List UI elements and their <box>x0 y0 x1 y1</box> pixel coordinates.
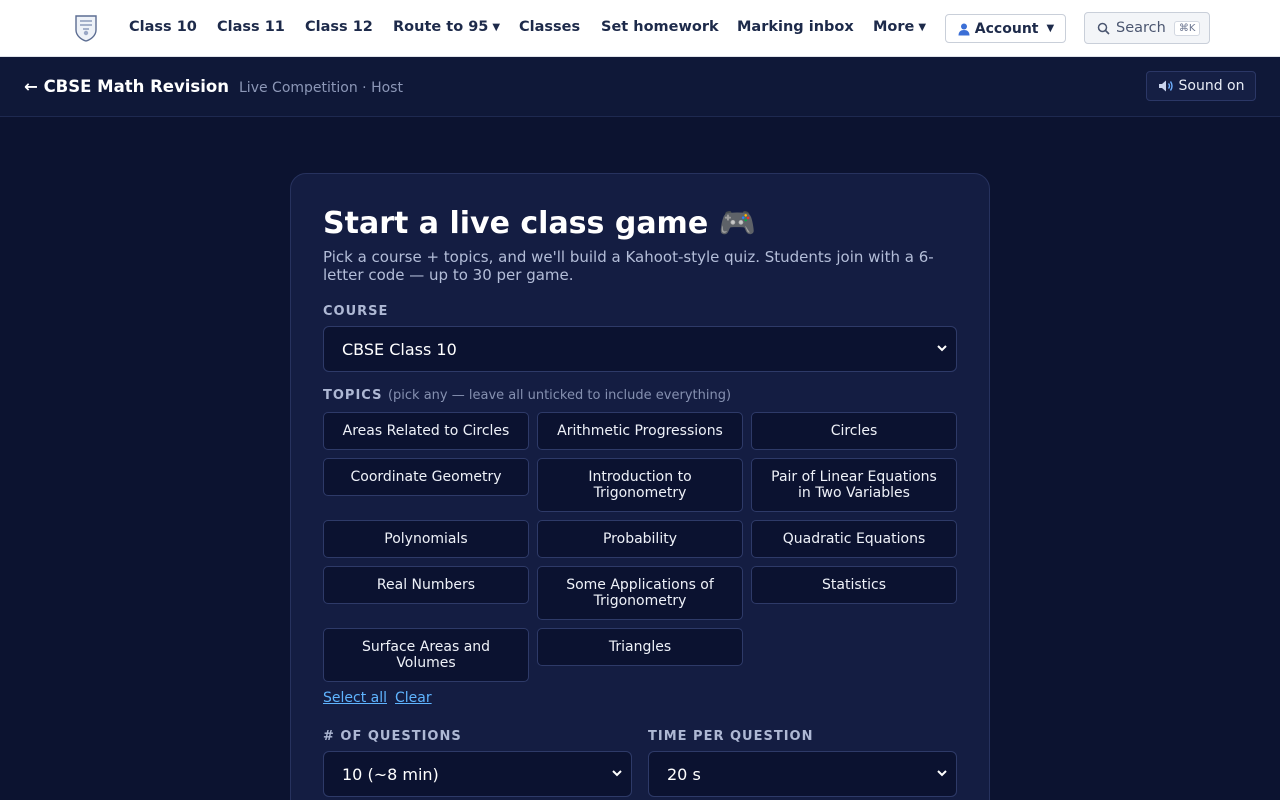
time-per-question-select[interactable]: 20 s <box>648 751 957 797</box>
topic-chip[interactable]: Circles <box>751 412 957 450</box>
mode-meta-text: Live Competition · Host <box>239 80 403 96</box>
topic-chip[interactable]: Introduction to Trigonometry <box>537 458 743 512</box>
caret-down-icon: ▼ <box>492 22 501 33</box>
chevron-down-icon <box>937 770 947 777</box>
course-select[interactable]: CBSE Class 10 <box>323 326 957 372</box>
sound-toggle-button[interactable]: Sound on <box>1146 71 1256 101</box>
topic-chip[interactable]: Probability <box>537 520 743 558</box>
topics-hint: (pick any — leave all unticked to includ… <box>387 388 732 403</box>
search-icon <box>1097 22 1110 35</box>
search-label: Search <box>1116 20 1166 36</box>
course-select-value: CBSE Class 10 <box>342 339 457 359</box>
topic-chip[interactable]: Pair of Linear Equations in Two Variable… <box>751 458 957 512</box>
nav-class-11[interactable]: Class 11 <box>217 19 285 35</box>
course-label: COURSE <box>323 304 389 319</box>
search-shortcut-badge: ⌘K <box>1173 20 1201 36</box>
topics-label: TOPICS (pick any — leave all unticked to… <box>323 388 731 403</box>
school-crest-logo[interactable] <box>74 14 98 42</box>
time-per-question-value: 20 s <box>667 764 701 784</box>
account-label: Account <box>974 20 1039 37</box>
questions-count-label: # OF QUESTIONS <box>323 729 462 744</box>
topic-chip[interactable]: Quadratic Equations <box>751 520 957 558</box>
topic-chip[interactable]: Real Numbers <box>323 566 529 604</box>
card-subtitle: Pick a course + topics, and we'll build … <box>323 248 934 284</box>
caret-down-icon: ▼ <box>918 22 927 33</box>
nav-classes[interactable]: Classes <box>519 19 580 35</box>
nav-route-to-95-label: Route to 95 <box>393 19 489 35</box>
sound-toggle-label: Sound on <box>1178 78 1245 94</box>
questions-count-select[interactable]: 10 (~8 min) <box>323 751 632 797</box>
topic-chip[interactable]: Coordinate Geometry <box>323 458 529 496</box>
topics-label-text: TOPICS <box>323 388 383 403</box>
back-to-course-link[interactable]: ← CBSE Math Revision <box>24 77 229 96</box>
topic-chip[interactable]: Arithmetic Progressions <box>537 412 743 450</box>
start-game-card: Start a live class game 🎮 Pick a course … <box>290 173 990 800</box>
nav-route-to-95[interactable]: Route to 95 ▼ <box>393 19 500 35</box>
topic-chip[interactable]: Statistics <box>751 566 957 604</box>
user-icon <box>958 23 970 35</box>
topic-chip[interactable]: Triangles <box>537 628 743 666</box>
chevron-down-icon <box>937 345 947 352</box>
game-subheader: ← CBSE Math Revision Live Competition · … <box>0 57 1280 117</box>
chevron-down-icon <box>612 770 622 777</box>
nav-set-homework[interactable]: Set homework <box>601 19 719 35</box>
nav-class-10[interactable]: Class 10 <box>129 19 197 35</box>
top-navbar: Class 10 Class 11 Class 12 Route to 95 ▼ … <box>0 0 1280 57</box>
speaker-icon <box>1158 80 1173 92</box>
nav-marking-inbox[interactable]: Marking inbox <box>737 19 854 35</box>
nav-more[interactable]: More ▼ <box>873 19 926 35</box>
topic-chip[interactable]: Surface Areas and Volumes <box>323 628 529 682</box>
time-per-question-label: TIME PER QUESTION <box>648 729 814 744</box>
card-title: Start a live class game 🎮 <box>323 206 756 241</box>
caret-down-icon: ▼ <box>1046 23 1055 34</box>
topic-chip[interactable]: Areas Related to Circles <box>323 412 529 450</box>
clear-topics-link[interactable]: Clear <box>395 690 432 706</box>
nav-more-label: More <box>873 19 915 35</box>
topic-chip[interactable]: Polynomials <box>323 520 529 558</box>
search-button[interactable]: Search ⌘K <box>1084 12 1210 44</box>
account-button[interactable]: Account ▼ <box>945 14 1066 43</box>
nav-class-12[interactable]: Class 12 <box>305 19 373 35</box>
questions-count-value: 10 (~8 min) <box>342 764 439 784</box>
select-all-topics-link[interactable]: Select all <box>323 690 387 706</box>
topic-chip[interactable]: Some Applications of Trigonometry <box>537 566 743 620</box>
